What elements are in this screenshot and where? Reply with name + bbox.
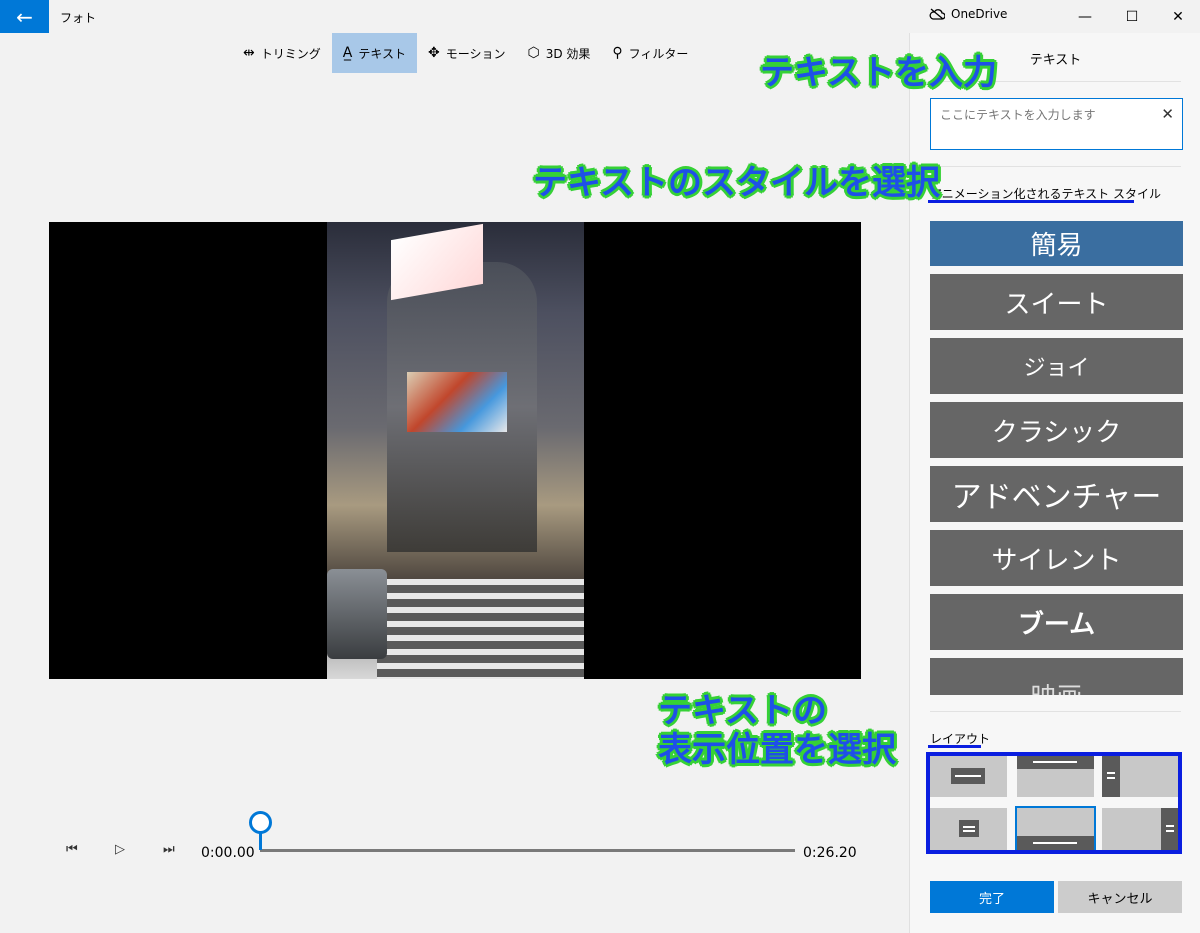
motion-icon: ✥ <box>427 45 440 61</box>
minimize-button[interactable]: — <box>1062 0 1108 33</box>
style-option-joy[interactable]: ジョイ <box>930 338 1183 394</box>
style-option-sweet[interactable]: スイート <box>930 274 1183 330</box>
cloud-icon <box>929 8 945 20</box>
crosswalk-shape <box>377 579 584 679</box>
total-time: 0:26.20 <box>803 845 857 861</box>
text-input[interactable] <box>940 105 1150 125</box>
filter-icon: ⚲ <box>612 45 623 61</box>
style-option-adventure[interactable]: アドベンチャー <box>930 466 1183 522</box>
edit-toolbar: ⇹ トリミング A̲ テキスト ✥ モーション ⬡ 3D 効果 ⚲ フィルター <box>232 33 699 73</box>
tool-text[interactable]: A̲ テキスト <box>331 33 417 73</box>
next-frame-button[interactable]: ⏭ <box>163 842 175 857</box>
maximize-icon: ☐ <box>1125 8 1139 25</box>
seek-track[interactable] <box>260 849 795 852</box>
text-icon: A̲ <box>342 45 353 61</box>
back-button[interactable]: ← <box>0 0 49 33</box>
style-option-silent[interactable]: サイレント <box>930 530 1183 586</box>
style-option-simple[interactable]: 簡易 <box>930 221 1183 266</box>
annotation-style-text: テキストのスタイルを選択 <box>533 163 940 203</box>
minimize-icon: — <box>1078 8 1092 25</box>
close-button[interactable]: ✕ <box>1155 0 1200 33</box>
annotation-layout-highlight-box <box>926 752 1182 854</box>
seek-handle-stem <box>259 833 262 850</box>
back-arrow-icon: ← <box>16 4 33 29</box>
divider <box>930 711 1181 712</box>
tool-label: モーション <box>445 46 506 61</box>
tool-label: トリミング <box>260 46 321 61</box>
style-option-cinema[interactable]: 映画 <box>930 658 1183 695</box>
annotation-input-text: テキストを入力 <box>760 53 997 93</box>
divider <box>930 166 1181 167</box>
style-list[interactable]: 簡易 スイート ジョイ クラシック アドベンチャー サイレント ブーム 映画 <box>930 210 1183 695</box>
tool-label: フィルター <box>628 46 689 61</box>
annotation-underline-style <box>928 200 1134 203</box>
video-frame-image <box>327 222 584 679</box>
text-input-box[interactable]: ✕ <box>930 98 1183 150</box>
onedrive-button[interactable]: OneDrive <box>929 7 1007 21</box>
cancel-button[interactable]: キャンセル <box>1058 881 1182 913</box>
annotation-layout-line2: 表示位置を選択 <box>658 730 896 770</box>
trim-icon: ⇹ <box>243 45 255 61</box>
tool-trim[interactable]: ⇹ トリミング <box>232 33 332 73</box>
tool-filter[interactable]: ⚲ フィルター <box>601 33 699 73</box>
tool-label: 3D 効果 <box>545 46 591 61</box>
annotation-underline-layout <box>928 745 981 748</box>
tool-label: テキスト <box>358 46 406 61</box>
app-title: フォト <box>60 11 97 25</box>
clear-icon[interactable]: ✕ <box>1161 105 1174 123</box>
tool-motion[interactable]: ✥ モーション <box>417 33 517 73</box>
play-icon: ▷ <box>115 842 125 857</box>
annotation-layout-line1: テキストの <box>658 691 827 731</box>
close-icon: ✕ <box>1172 8 1184 25</box>
video-preview[interactable] <box>49 222 861 679</box>
onedrive-label: OneDrive <box>951 7 1008 21</box>
previous-frame-button[interactable]: ⏮ <box>66 842 78 857</box>
tool-3d-effects[interactable]: ⬡ 3D 効果 <box>516 33 601 73</box>
maximize-button[interactable]: ☐ <box>1109 0 1155 33</box>
3d-effects-icon: ⬡ <box>527 45 540 61</box>
led-screen-shape <box>407 372 507 432</box>
car-shape <box>327 569 387 659</box>
seek-handle[interactable] <box>249 811 272 834</box>
done-button[interactable]: 完了 <box>930 881 1054 913</box>
previous-frame-icon: ⏮ <box>66 842 78 857</box>
style-option-boom[interactable]: ブーム <box>930 594 1183 650</box>
style-option-classic[interactable]: クラシック <box>930 402 1183 458</box>
next-frame-icon: ⏭ <box>163 842 175 857</box>
current-time: 0:00.00 <box>201 845 255 861</box>
play-button[interactable]: ▷ <box>115 842 125 857</box>
